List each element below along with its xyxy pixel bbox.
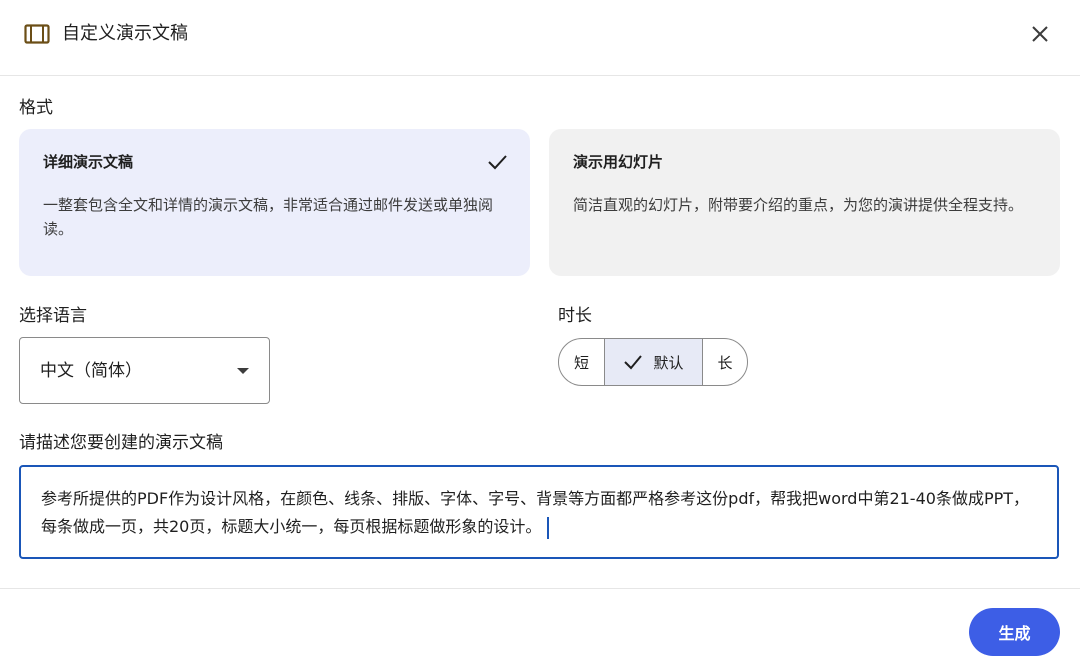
- format-option-slides[interactable]: 演示用幻灯片 简洁直观的幻灯片，附带要介绍的重点，为您的演讲提供全程支持。: [549, 129, 1060, 276]
- description-input[interactable]: 参考所提供的PDF作为设计风格，在颜色、线条、排版、字体、字号、背景等方面都严格…: [19, 465, 1059, 559]
- slides-icon: [24, 24, 50, 44]
- dropdown-arrow-icon: [237, 368, 249, 374]
- description-text: 参考所提供的PDF作为设计风格，在颜色、线条、排版、字体、字号、背景等方面都严格…: [41, 489, 1030, 536]
- check-icon: [486, 151, 508, 173]
- format-label: 格式: [19, 98, 53, 118]
- duration-option-default[interactable]: 默认: [605, 339, 703, 385]
- text-cursor: [547, 516, 550, 539]
- language-select[interactable]: 中文（简体）: [19, 337, 270, 404]
- duration-segmented-control: 短 默认 长: [558, 338, 748, 386]
- customize-presentation-dialog: 自定义演示文稿 格式 详细演示文稿 一整套包含全文和详情的演示文稿，非常适合通过…: [0, 0, 1080, 663]
- dialog-header: 自定义演示文稿: [0, 0, 1080, 76]
- footer-divider: [0, 588, 1080, 589]
- format-option-title: 演示用幻灯片: [573, 153, 664, 171]
- dialog-title: 自定义演示文稿: [62, 23, 188, 44]
- duration-option-label: 短: [573, 353, 589, 372]
- format-option-detailed[interactable]: 详细演示文稿 一整套包含全文和详情的演示文稿，非常适合通过邮件发送或单独阅读。: [19, 129, 530, 276]
- generate-button[interactable]: 生成: [969, 608, 1060, 656]
- duration-option-short[interactable]: 短: [559, 339, 605, 385]
- close-button[interactable]: [1026, 20, 1054, 48]
- check-icon: [624, 355, 643, 370]
- language-value: 中文（简体）: [40, 361, 142, 381]
- format-option-title: 详细演示文稿: [43, 153, 134, 171]
- duration-option-label: 长: [717, 353, 733, 372]
- duration-label: 时长: [558, 306, 592, 326]
- description-label: 请描述您要创建的演示文稿: [19, 433, 223, 453]
- language-label: 选择语言: [19, 306, 87, 326]
- format-option-description: 一整套包含全文和详情的演示文稿，非常适合通过邮件发送或单独阅读。: [43, 196, 494, 238]
- format-option-description: 简洁直观的幻灯片，附带要介绍的重点，为您的演讲提供全程支持。: [573, 196, 1024, 214]
- duration-option-label: 默认: [653, 353, 684, 372]
- duration-option-long[interactable]: 长: [703, 339, 747, 385]
- close-icon: [1032, 26, 1048, 42]
